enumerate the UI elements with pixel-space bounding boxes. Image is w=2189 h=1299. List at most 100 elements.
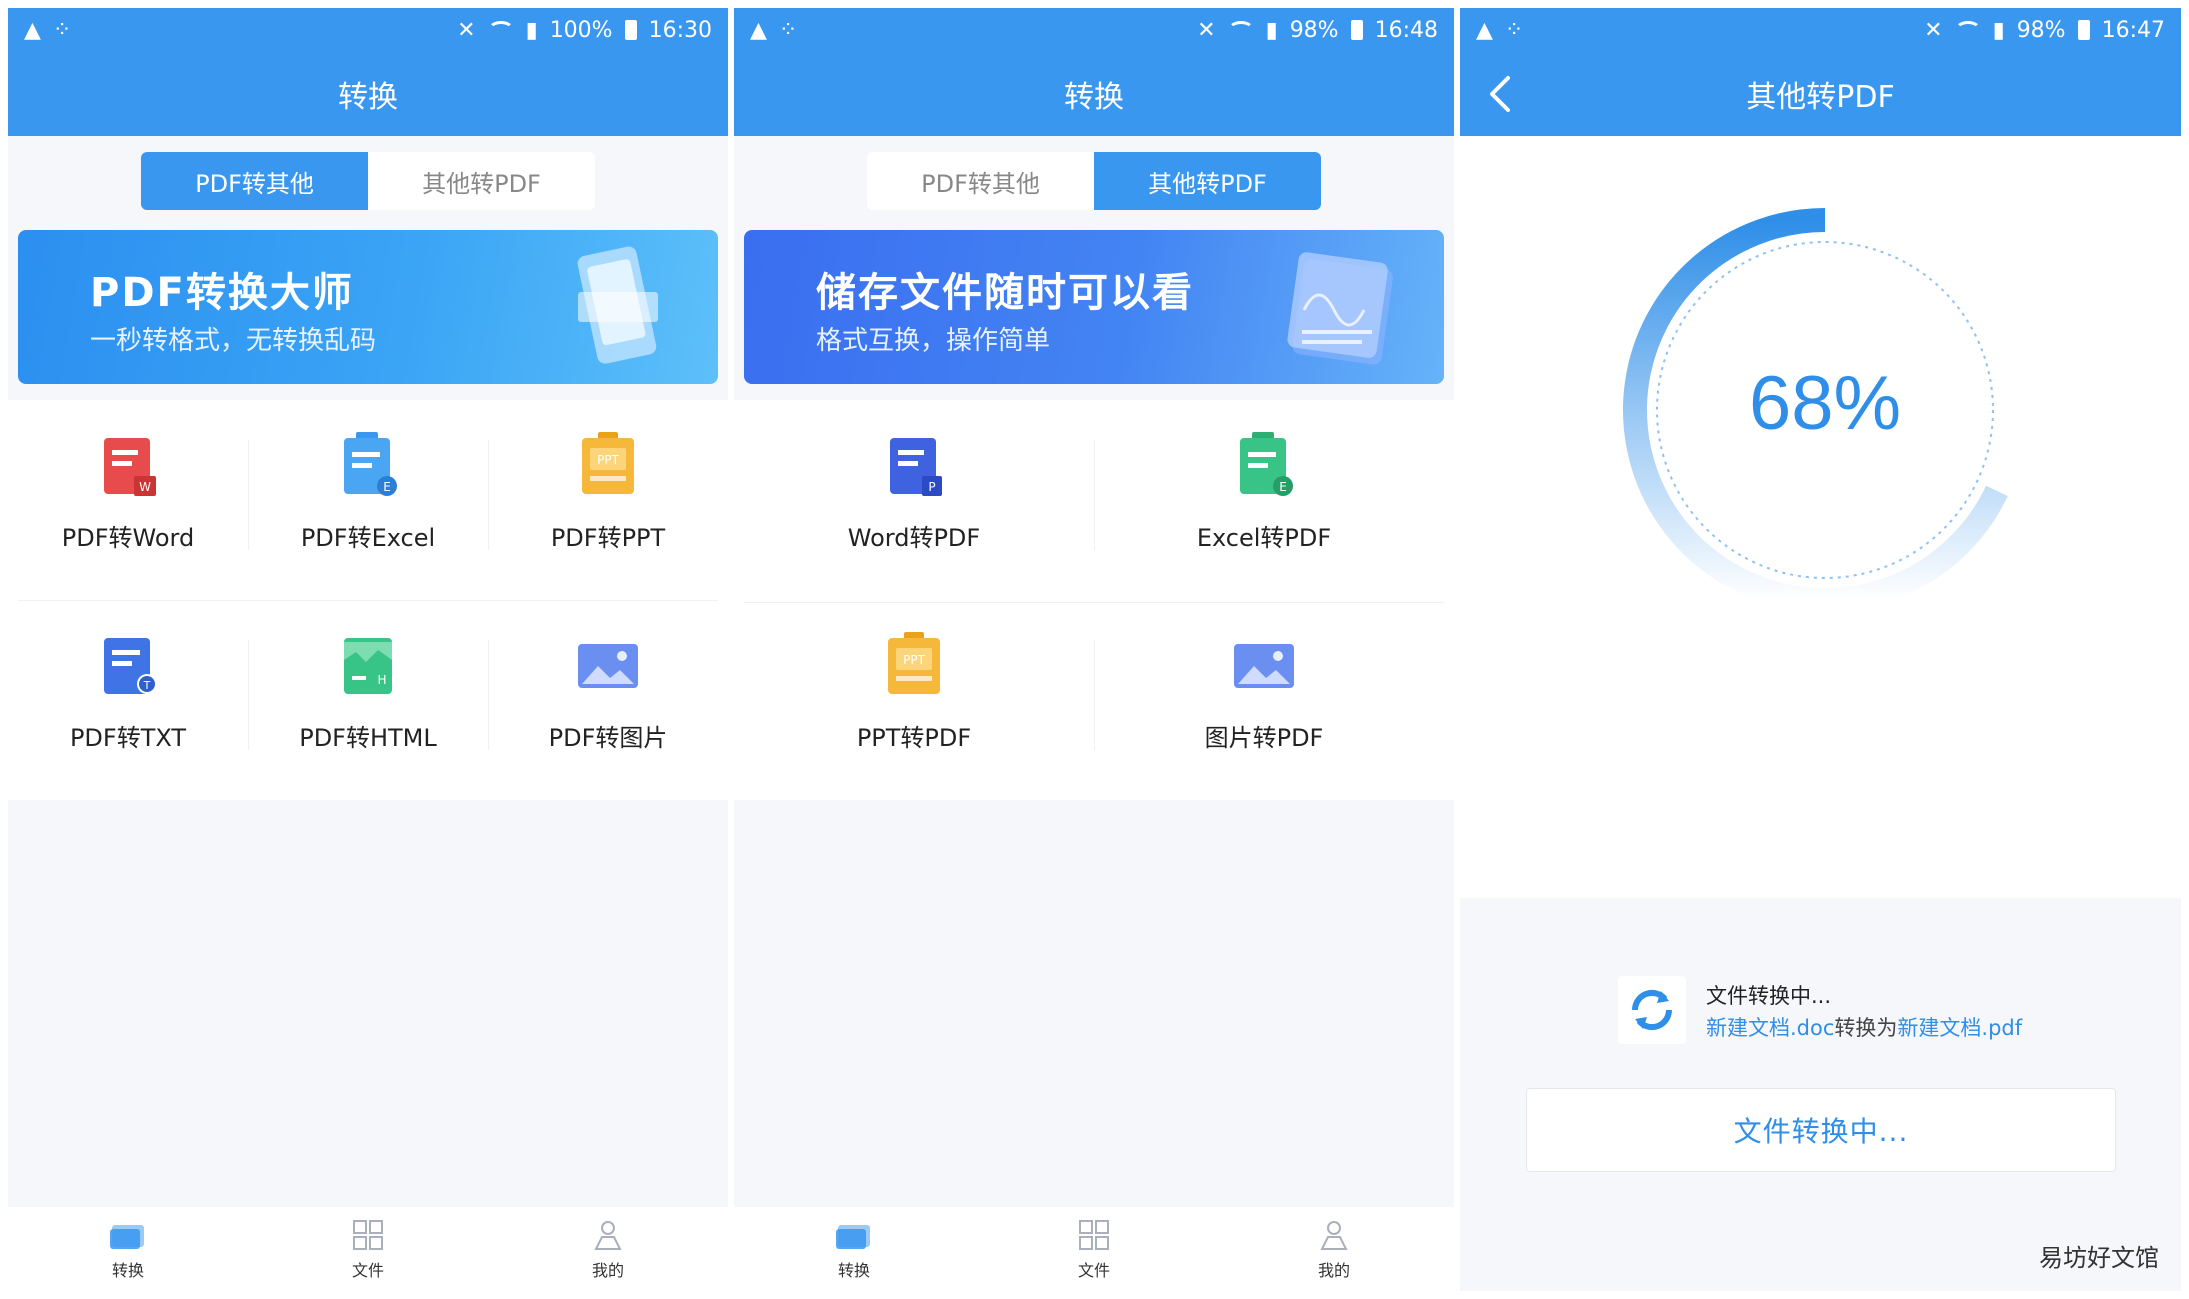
ppt-doc-icon: PPT <box>582 432 634 494</box>
watermark-text: 易坊好文馆 <box>2039 1244 2159 1272</box>
tool-grid: P Word转PDF E Excel转PDF PPT PPT转PDF 图片转PD… <box>734 400 1454 800</box>
tool-label: PDF转HTML <box>299 724 437 752</box>
image-doc-icon <box>578 644 638 688</box>
nav-mine[interactable]: 我的 <box>488 1207 728 1291</box>
user-icon <box>594 1221 622 1250</box>
tool-label: PDF转TXT <box>69 724 187 752</box>
warning-icon: ▲ <box>24 17 41 43</box>
tool-excel-to-pdf[interactable]: E Excel转PDF <box>1189 430 1339 553</box>
grid-icon <box>353 1220 383 1250</box>
nav-label: 转换 <box>111 1261 144 1280</box>
tool-label: PDF转Word <box>61 524 195 552</box>
tab-pdf-to-other[interactable]: PDF转其他 <box>141 152 368 210</box>
wifi-icon <box>1227 21 1254 39</box>
mode-segment: PDF转其他 其他转PDF <box>141 152 595 210</box>
promo-banner[interactable]: PDF转换大师 一秒转格式，无转换乱码 <box>18 230 718 384</box>
word-to-pdf-icon: P <box>890 438 942 496</box>
svg-text:H: H <box>377 673 386 687</box>
tool-pdf-to-html[interactable]: H PDF转HTML <box>293 630 443 753</box>
nav-label: 文件 <box>1077 1261 1110 1280</box>
svg-text:PPT: PPT <box>903 653 925 667</box>
signal-icon: ▮ <box>1992 17 2005 43</box>
tool-word-to-pdf[interactable]: P Word转PDF <box>839 430 989 553</box>
banner-title: 储存文件随时可以看 <box>816 270 1194 316</box>
word-doc-icon: W <box>104 438 156 496</box>
bottom-nav: 转换 文件 我的 <box>734 1207 1454 1291</box>
folder-icon <box>836 1225 870 1249</box>
tool-grid: W PDF转Word E PDF转Excel PPT PDF转PPT T PDF… <box>8 400 728 800</box>
screen-pdf-to-other: ▲ ⁘ ✕ ▮ 100% 16:30 转换 PDF转其他 其他转PDF PDF转换… <box>8 8 728 1291</box>
warning-icon: ▲ <box>750 17 767 43</box>
apps-icon: ⁘ <box>778 17 798 43</box>
tool-ppt-to-pdf[interactable]: PPT PPT转PDF <box>839 630 989 753</box>
tool-pdf-to-image[interactable]: PDF转图片 <box>533 630 683 753</box>
svg-text:E: E <box>1279 480 1287 494</box>
warning-icon: ▲ <box>1476 17 1493 43</box>
clock: 16:47 <box>2101 17 2165 43</box>
excel-to-pdf-icon: E <box>1240 432 1293 496</box>
mute-icon: ✕ <box>1924 17 1943 43</box>
battery-icon <box>2077 20 2090 40</box>
apps-icon: ⁘ <box>1504 17 1524 43</box>
battery-percent: 100% <box>549 17 613 43</box>
banner-subtitle: 格式互换，操作简单 <box>816 326 1051 356</box>
battery-icon <box>624 20 637 40</box>
tool-pdf-to-ppt[interactable]: PPT PDF转PPT <box>533 430 683 553</box>
nav-mine[interactable]: 我的 <box>1214 1207 1454 1291</box>
nav-convert[interactable]: 转换 <box>8 1207 248 1291</box>
grid-icon <box>1079 1220 1109 1250</box>
screen-other-to-pdf: ▲ ⁘ ✕ ▮ 98% 16:48 转换 PDF转其他 其他转PDF 储存文件随时… <box>734 8 1454 1291</box>
promo-banner[interactable]: 储存文件随时可以看 格式互换，操作简单 <box>744 230 1444 384</box>
svg-text:T: T <box>143 679 151 692</box>
page-title: 其他转PDF <box>1460 52 2181 136</box>
txt-doc-icon: T <box>104 638 157 694</box>
convert-connector: 转换为 <box>1834 1016 1898 1040</box>
tool-label: PPT转PDF <box>856 724 972 752</box>
screenshot-collage: ▲ ⁘ ✕ ▮ 100% 16:30 转换 PDF转其他 其他转PDF PDF转换… <box>0 0 2189 1299</box>
folder-icon <box>110 1225 144 1249</box>
user-icon <box>1320 1221 1348 1250</box>
tool-image-to-pdf[interactable]: 图片转PDF <box>1189 630 1339 753</box>
excel-doc-icon: E <box>344 432 397 496</box>
conversion-status: 文件转换中... <box>1706 984 1832 1008</box>
progress-ring: 68% <box>1615 200 2035 620</box>
screen-converting: ▲ ⁘ ✕ ▮ 98% 16:47 其他转PDF 68% 文件转换中... 新建… <box>1460 8 2181 1291</box>
signal-icon: ▮ <box>1265 17 1278 43</box>
nav-label: 我的 <box>591 1261 624 1280</box>
back-arrow-icon[interactable] <box>1482 72 1522 116</box>
nav-convert[interactable]: 转换 <box>734 1207 974 1291</box>
conversion-panel: 文件转换中... 新建文档.doc转换为新建文档.pdf 文件转换中... 易坊… <box>1460 898 2181 1291</box>
svg-text:P: P <box>928 480 935 494</box>
status-bar: ▲ ⁘ ✕ ▮ 100% 16:30 <box>8 8 728 52</box>
document-stack-illustration-icon <box>1287 252 1393 365</box>
tool-pdf-to-txt[interactable]: T PDF转TXT <box>53 630 203 753</box>
tool-label: PDF转Excel <box>300 524 436 552</box>
progress-percent: 68% <box>1748 361 1902 446</box>
refresh-icon <box>1618 976 1686 1044</box>
tab-other-to-pdf[interactable]: 其他转PDF <box>368 152 595 210</box>
clock: 16:48 <box>1374 17 1438 43</box>
phone-illustration-icon <box>577 246 658 364</box>
image-to-pdf-icon <box>1234 644 1294 688</box>
tool-label: Word转PDF <box>847 524 981 552</box>
svg-text:PPT: PPT <box>597 453 619 467</box>
ppt-to-pdf-icon: PPT <box>888 632 940 694</box>
page-title-text: 其他转PDF <box>1746 80 1895 115</box>
nav-files[interactable]: 文件 <box>248 1207 488 1291</box>
signal-icon: ▮ <box>525 17 538 43</box>
nav-files[interactable]: 文件 <box>974 1207 1214 1291</box>
nav-label: 文件 <box>351 1261 384 1280</box>
wifi-icon <box>487 21 514 39</box>
tab-other-to-pdf[interactable]: 其他转PDF <box>1094 152 1321 210</box>
tool-label: Excel转PDF <box>1196 524 1332 552</box>
mute-icon: ✕ <box>1197 17 1216 43</box>
tool-pdf-to-excel[interactable]: E PDF转Excel <box>293 430 443 553</box>
tab-pdf-to-other[interactable]: PDF转其他 <box>867 152 1094 210</box>
tool-label: PDF转PPT <box>550 524 666 552</box>
source-file: 新建文档.doc <box>1706 1016 1835 1040</box>
tool-pdf-to-word[interactable]: W PDF转Word <box>53 430 203 553</box>
battery-percent: 98% <box>1289 17 1339 43</box>
converting-button[interactable]: 文件转换中... <box>1526 1088 2116 1172</box>
tool-label: 图片转PDF <box>1204 724 1324 752</box>
svg-text:E: E <box>383 480 391 494</box>
